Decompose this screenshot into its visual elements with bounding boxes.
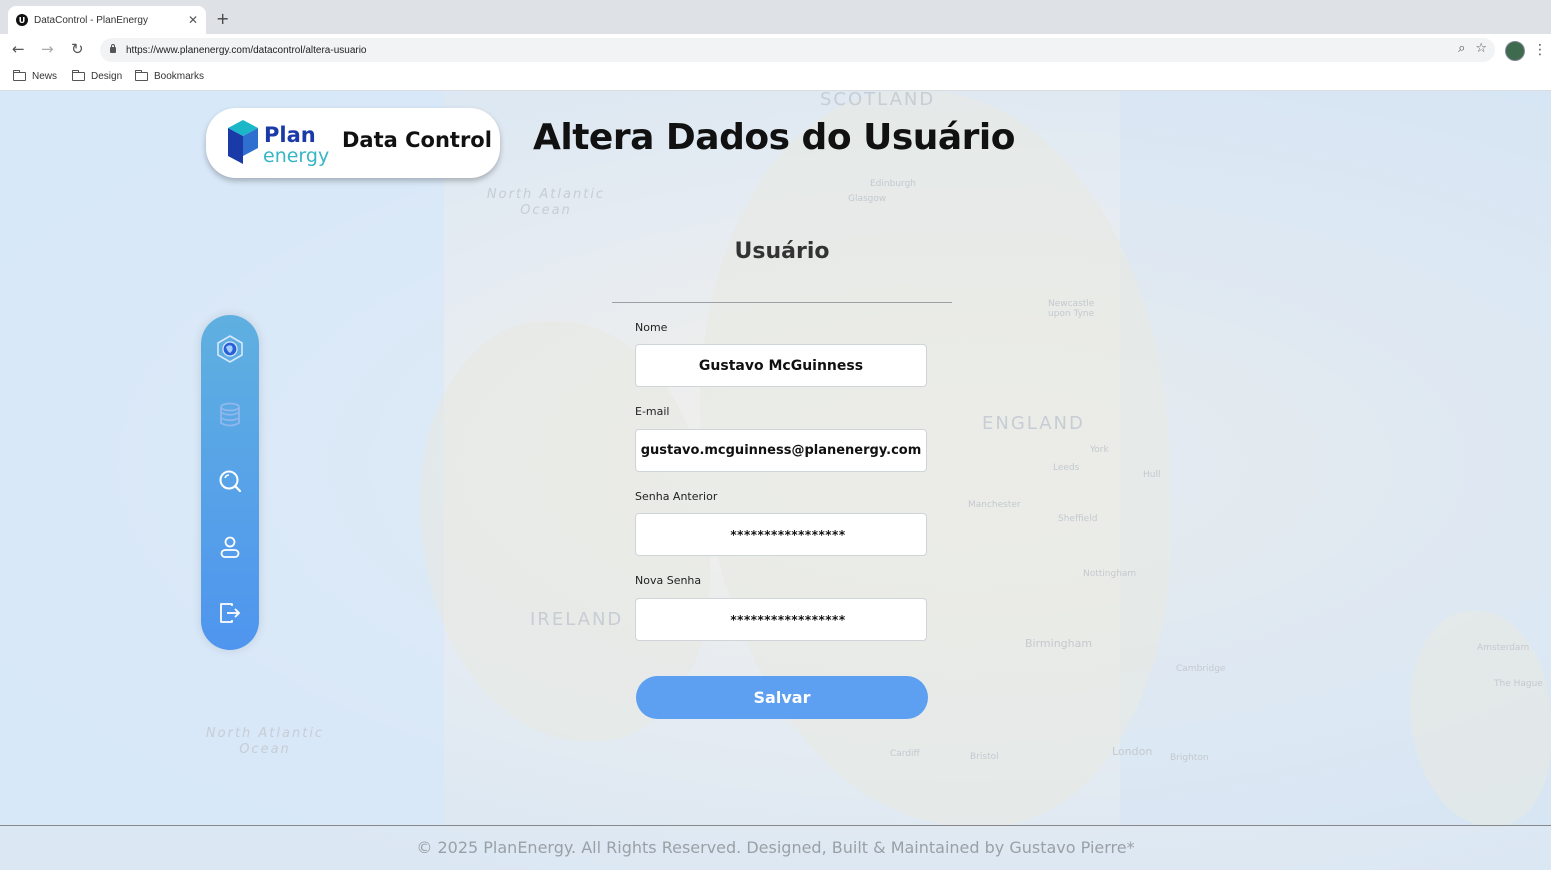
sidebar-item-globe[interactable] [216, 335, 244, 363]
search-icon [219, 470, 242, 493]
close-tab-icon[interactable]: ✕ [188, 13, 198, 27]
section-title: Usuário [734, 239, 830, 264]
browser-toolbar: ← → ↻ https://www.planenergy.com/datacon… [0, 34, 1551, 66]
sidebar-nav [201, 315, 259, 650]
folder-icon [134, 70, 148, 81]
bookmark-news[interactable]: News [12, 70, 58, 82]
map-city: Manchester [968, 500, 1021, 510]
sidebar-item-logout[interactable] [216, 599, 244, 627]
page-title: Altera Dados do Usuário [533, 117, 1016, 158]
map-city: Nottingham [1083, 569, 1137, 579]
map-city: Leeds [1053, 463, 1080, 473]
email-label: E-mail [635, 405, 670, 418]
address-bar[interactable]: https://www.planenergy.com/datacontrol/a… [100, 38, 1495, 62]
map-label-ireland: IRELAND [530, 609, 624, 630]
app-logo-card[interactable]: Plan energy Data Control [206, 108, 500, 178]
sidebar-item-database[interactable] [216, 401, 244, 429]
email-field[interactable]: gustavo.mcguinness@planenergy.com [635, 429, 927, 472]
sidebar-item-search[interactable] [216, 467, 244, 495]
sidebar-item-user[interactable] [216, 533, 244, 561]
browser-tab-bar: U DataControl - PlanEnergy ✕ + [0, 0, 1551, 34]
logo-plan-text: Plan [264, 123, 316, 147]
map-city: Birmingham [1025, 637, 1093, 650]
nome-field[interactable]: Gustavo McGuinness [635, 344, 927, 387]
map-city: Sheffield [1058, 514, 1098, 524]
map-label-scotland: SCOTLAND [820, 91, 936, 110]
nova-senha-label: Nova Senha [635, 574, 702, 587]
back-icon[interactable]: ← [12, 40, 25, 58]
map-city: Newcastle upon Tyne [1048, 299, 1095, 319]
senha-anterior-label: Senha Anterior [635, 490, 718, 503]
bookmark-bookmarks[interactable]: Bookmarks [134, 70, 205, 82]
database-icon [220, 402, 240, 427]
nova-senha-field[interactable]: ***************** [635, 598, 927, 641]
url-text: https://www.planenergy.com/datacontrol/a… [126, 44, 367, 56]
browser-tab[interactable]: U DataControl - PlanEnergy ✕ [8, 6, 206, 34]
bookmark-label: News [32, 71, 58, 82]
zoom-icon[interactable]: ⌕ [1458, 41, 1465, 56]
page-content: SCOTLAND ENGLAND IRELAND North Atlantic … [0, 91, 1551, 870]
footer-divider [0, 825, 1551, 826]
new-tab-icon[interactable]: + [216, 9, 229, 28]
bookmark-label: Bookmarks [154, 71, 205, 82]
bookmarks-bar: News Design Bookmarks [0, 66, 1551, 91]
menu-kebab-icon[interactable]: ⋮ [1533, 42, 1547, 58]
map-label-england: ENGLAND [982, 413, 1085, 434]
map-city: Hull [1143, 470, 1161, 480]
map-label-ocean-top: North Atlantic Ocean [486, 187, 606, 218]
logout-icon [220, 603, 241, 623]
map-city: The Hague [1494, 679, 1543, 689]
senha-anterior-field[interactable]: ***************** [635, 513, 927, 556]
user-icon [220, 536, 240, 558]
map-city: Bristol [970, 752, 999, 762]
map-city: Brighton [1170, 753, 1209, 763]
bookmark-label: Design [91, 71, 123, 82]
tab-title: DataControl - PlanEnergy [34, 14, 148, 26]
map-city: York [1090, 445, 1109, 455]
map-city: Amsterdam [1477, 643, 1530, 653]
save-button[interactable]: Salvar [636, 676, 928, 719]
footer-text: © 2025 PlanEnergy. All Rights Reserved. … [416, 838, 1135, 857]
map-city: Glasgow [848, 194, 887, 204]
logo-product-name: Data Control [342, 128, 492, 152]
profile-avatar[interactable] [1505, 41, 1525, 61]
tab-favicon-icon: U [16, 14, 28, 26]
map-city: Cardiff [890, 749, 920, 759]
lock-icon [110, 44, 116, 53]
bookmark-star-icon[interactable]: ☆ [1475, 41, 1487, 56]
map-city: London [1112, 745, 1153, 758]
nome-label: Nome [635, 321, 668, 334]
globe-icon [217, 335, 243, 363]
reload-icon[interactable]: ↻ [71, 40, 84, 58]
folder-icon [12, 70, 26, 81]
map-label-ocean-bottom: North Atlantic Ocean [205, 726, 325, 757]
map-city: Edinburgh [870, 179, 916, 189]
map-city: Cambridge [1176, 664, 1226, 674]
section-divider [612, 302, 952, 303]
cube-logo-icon [228, 120, 258, 164]
logo-energy-text: energy [263, 145, 330, 167]
bookmark-design[interactable]: Design [71, 70, 123, 82]
folder-icon [71, 70, 85, 81]
forward-icon[interactable]: → [41, 40, 54, 58]
